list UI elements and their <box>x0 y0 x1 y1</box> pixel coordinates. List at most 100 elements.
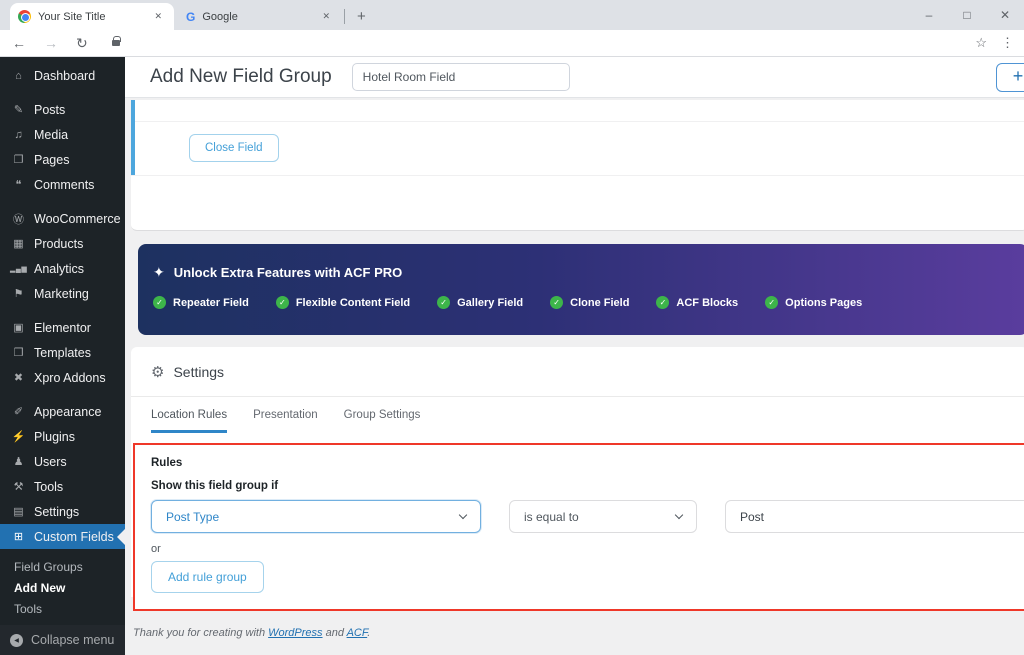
rules-condition-label: Show this field group if <box>151 480 279 492</box>
add-rule-group-button[interactable]: Add rule group <box>151 561 264 593</box>
check-circle-icon: ✓ <box>656 296 670 309</box>
sidebar-item-analytics[interactable]: ▂▄▆ Analytics <box>0 256 125 281</box>
pages-icon: ❐ <box>13 154 24 166</box>
tab-close-icon[interactable]: ✕ <box>318 9 334 24</box>
submenu-item-field-groups[interactable]: Field Groups <box>0 557 125 578</box>
sidebar-item-label: Templates <box>34 345 91 360</box>
active-item-arrow <box>117 528 125 545</box>
browser-menu-icon[interactable]: ⋮ <box>1001 35 1014 51</box>
analytics-bars-icon: ▂▄▆ <box>10 265 28 273</box>
sidebar-item-dashboard[interactable]: ⌂ Dashboard <box>0 63 125 88</box>
sidebar-item-label: Products <box>34 236 84 251</box>
forward-icon[interactable]: → <box>44 35 58 51</box>
new-tab-button[interactable]: + <box>351 8 372 25</box>
pro-feature-gallery: ✓ Gallery Field <box>437 296 523 309</box>
pro-feature-repeater: ✓ Repeater Field <box>153 296 249 309</box>
window-controls: – □ ✕ <box>910 0 1024 30</box>
gear-icon: ⚙ <box>151 363 165 381</box>
pro-banner-title: Unlock Extra Features with ACF PRO <box>173 265 403 280</box>
wp-admin-sidebar: ⌂ Dashboard ✎ Posts ♫ Media ❐ Pages ❝ Co… <box>0 57 125 655</box>
sidebar-item-media[interactable]: ♫ Media <box>0 122 125 147</box>
sidebar-item-label: Elementor <box>34 320 91 335</box>
sidebar-item-label: Appearance <box>34 404 102 419</box>
sidebar-item-xpro-addons[interactable]: ✖ Xpro Addons <box>0 365 125 390</box>
check-circle-icon: ✓ <box>550 296 564 309</box>
chevron-down-icon <box>674 510 684 519</box>
tab-presentation[interactable]: Presentation <box>253 397 318 433</box>
sidebar-item-label: Tools <box>34 479 64 494</box>
dashboard-icon: ⌂ <box>15 69 22 82</box>
google-favicon-icon: G <box>186 9 196 24</box>
collapse-menu-button[interactable]: ◀ Collapse menu <box>0 625 125 655</box>
sidebar-item-products[interactable]: ▦ Products <box>0 231 125 256</box>
sparkle-icon: ✦ <box>153 264 165 280</box>
tab-location-rules[interactable]: Location Rules <box>151 397 228 433</box>
acf-link[interactable]: ACF <box>347 627 368 639</box>
sidebar-item-label: Comments <box>34 177 95 192</box>
sidebar-item-woocommerce[interactable]: Ⓦ WooCommerce <box>0 206 125 231</box>
rule-operator-select[interactable]: is equal to <box>509 500 697 533</box>
settings-tab-bar: Location Rules Presentation Group Settin… <box>131 397 1024 433</box>
field-group-editor-card: Close Field <box>131 100 1024 231</box>
sidebar-item-marketing[interactable]: ⚑ Marketing <box>0 281 125 306</box>
field-row-divider <box>135 100 1024 122</box>
acf-pro-banner: ✦ Unlock Extra Features with ACF PRO ✓ R… <box>138 244 1024 335</box>
field-group-title-input[interactable] <box>351 63 570 91</box>
back-icon[interactable]: ← <box>12 35 26 51</box>
sidebar-item-appearance[interactable]: ✐ Appearance <box>0 399 125 424</box>
browser-toolbar: ← → ↻ ☆ ⋮ <box>0 30 1024 57</box>
rule-value-select[interactable]: Post <box>725 500 1024 533</box>
submenu-item-add-new[interactable]: Add New <box>0 578 125 599</box>
sidebar-item-users[interactable]: ♟ Users <box>0 449 125 474</box>
check-circle-icon: ✓ <box>153 296 166 309</box>
sidebar-item-comments[interactable]: ❝ Comments <box>0 172 125 197</box>
sidebar-item-pages[interactable]: ❐ Pages <box>0 147 125 172</box>
close-field-button[interactable]: Close Field <box>189 134 279 162</box>
rule-row: Post Type is equal to Post <box>151 500 1024 533</box>
tab-close-icon[interactable]: ✕ <box>150 9 166 24</box>
collapse-arrow-icon: ◀ <box>10 633 23 647</box>
pro-feature-options-pages: ✓ Options Pages <box>765 296 862 309</box>
sidebar-item-templates[interactable]: ❒ Templates <box>0 340 125 365</box>
xpro-addons-icon: ✖ <box>13 372 24 384</box>
browser-window: Your Site Title ✕ G Google ✕ + – □ ✕ ← →… <box>0 0 1024 655</box>
minimize-button[interactable]: – <box>910 8 948 22</box>
products-box-icon: ▦ <box>13 238 24 250</box>
pro-feature-flexible-content: ✓ Flexible Content Field <box>275 296 410 309</box>
check-circle-icon: ✓ <box>437 296 451 309</box>
sidebar-item-plugins[interactable]: ⚡ Plugins <box>0 424 125 449</box>
browser-tab-bar: Your Site Title ✕ G Google ✕ + – □ ✕ <box>0 0 1024 30</box>
tab-title: Google <box>202 10 238 23</box>
elementor-icon: ▣ <box>13 322 24 334</box>
wordpress-link[interactable]: WordPress <box>268 627 322 639</box>
submenu-item-tools[interactable]: Tools <box>0 599 125 620</box>
marketing-megaphone-icon: ⚑ <box>13 288 24 300</box>
custom-fields-submenu: Field Groups Add New Tools <box>0 549 125 620</box>
sidebar-item-label: Plugins <box>34 429 75 444</box>
footer-credit: Thank you for creating with WordPress an… <box>133 627 371 639</box>
add-field-button[interactable]: + <box>996 63 1024 92</box>
pro-feature-list: ✓ Repeater Field ✓ Flexible Content Fiel… <box>153 296 1024 309</box>
tab-divider <box>344 9 345 24</box>
appearance-brush-icon: ✐ <box>13 406 24 418</box>
bookmark-star-icon[interactable]: ☆ <box>975 35 987 51</box>
sidebar-item-settings[interactable]: ▤ Settings <box>0 499 125 524</box>
maximize-button[interactable]: □ <box>948 8 986 22</box>
close-window-button[interactable]: ✕ <box>986 8 1024 22</box>
settings-panel: ⚙ Settings Location Rules Presentation G… <box>131 347 1024 611</box>
sidebar-item-elementor[interactable]: ▣ Elementor <box>0 315 125 340</box>
sidebar-item-tools[interactable]: ⚒ Tools <box>0 474 125 499</box>
page-title: Add New Field Group <box>150 66 332 87</box>
sidebar-item-label: Xpro Addons <box>34 370 106 385</box>
sidebar-item-label: Dashboard <box>34 68 96 83</box>
rule-param-select[interactable]: Post Type <box>151 500 481 533</box>
tab-group-settings[interactable]: Group Settings <box>344 397 421 433</box>
sidebar-item-custom-fields[interactable]: ⊞ Custom Fields <box>0 524 125 549</box>
rules-highlight-box: Rules Show this field group if Post Type… <box>133 443 1024 611</box>
tab-google[interactable]: G Google ✕ <box>178 3 342 30</box>
tab-your-site-title[interactable]: Your Site Title ✕ <box>10 3 174 30</box>
custom-fields-icon: ⊞ <box>13 531 24 543</box>
sidebar-item-posts[interactable]: ✎ Posts <box>0 97 125 122</box>
refresh-icon[interactable]: ↻ <box>76 35 88 52</box>
tools-wrench-icon: ⚒ <box>13 481 24 493</box>
